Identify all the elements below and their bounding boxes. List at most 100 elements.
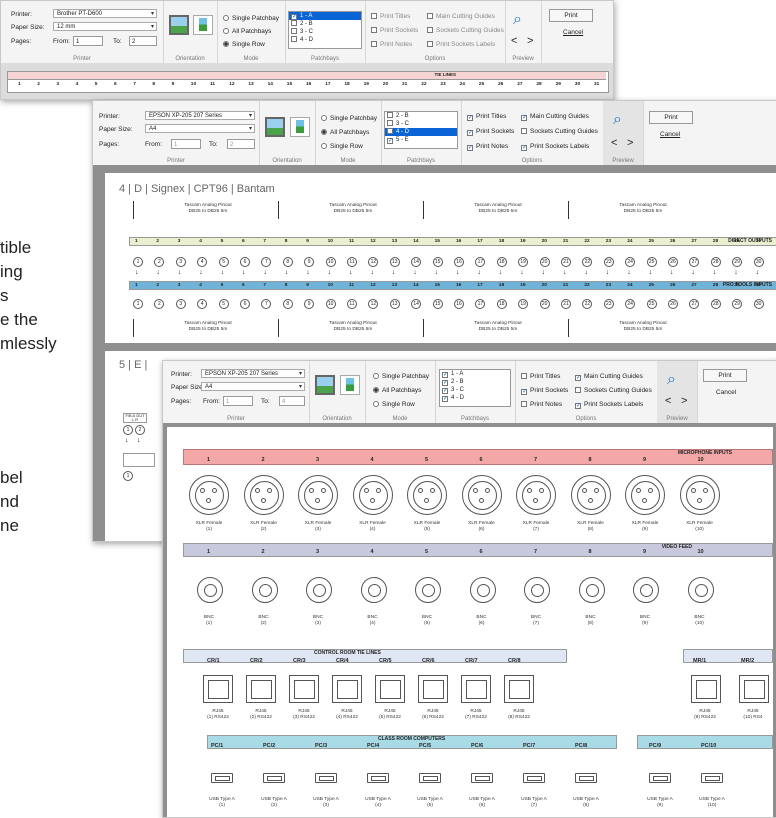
previous-page-icon[interactable]: < bbox=[665, 395, 671, 407]
patchbay-item[interactable]: 3 - C bbox=[385, 120, 457, 128]
next-page-icon[interactable]: > bbox=[627, 137, 633, 149]
strip-number: 20 bbox=[382, 82, 389, 87]
cancel-button[interactable]: Cancel bbox=[716, 389, 736, 396]
mode-all-patchbays-radio[interactable]: All Patchbays bbox=[373, 387, 421, 394]
paper-size-select[interactable]: A4 ▾ bbox=[201, 382, 305, 391]
patchbay-item[interactable]: ✓ 2 - B bbox=[440, 378, 510, 386]
strip-number: 13 bbox=[248, 82, 254, 87]
printer-select[interactable]: Brother PT-D600 ▾ bbox=[53, 9, 157, 18]
print-titles-checkbox[interactable]: Print Titles bbox=[371, 13, 410, 20]
main-cutting-guides-checkbox[interactable]: Main Cutting Guides bbox=[427, 13, 495, 20]
print-button[interactable]: Print bbox=[703, 369, 747, 382]
channel-number: 6 bbox=[479, 457, 483, 463]
printer-select[interactable]: EPSON XP-205 207 Series ▾ bbox=[201, 369, 305, 378]
portrait-icon[interactable] bbox=[290, 117, 310, 137]
from-label: From: bbox=[145, 141, 162, 148]
mode-all-patchbays-radio[interactable]: All Patchbays bbox=[223, 28, 271, 35]
cancel-button[interactable]: Cancel bbox=[563, 29, 583, 36]
landscape-icon[interactable] bbox=[169, 15, 189, 35]
channel-number: 6 bbox=[242, 239, 245, 244]
cancel-button[interactable]: Cancel bbox=[660, 131, 680, 138]
patchbay-item[interactable]: ✓ 3 - C bbox=[440, 386, 510, 394]
from-page-input[interactable]: 1 bbox=[171, 139, 201, 149]
patchbay-item[interactable]: 2 - B bbox=[385, 112, 457, 120]
landscape-icon[interactable] bbox=[315, 375, 335, 395]
from-page-input[interactable]: 1 bbox=[223, 396, 253, 406]
print-button[interactable]: Print bbox=[649, 111, 693, 124]
patchbay-list[interactable]: ✓ 1 - A 2 - B 3 - C 4 - D bbox=[288, 11, 362, 49]
zoom-icon[interactable]: ⌕ bbox=[667, 371, 676, 389]
print-notes-checkbox[interactable]: Print Notes bbox=[371, 41, 412, 48]
print-sockets-labels-checkbox[interactable]: ✓ Print Sockets Labels bbox=[521, 143, 589, 151]
divider-tick bbox=[568, 319, 569, 337]
print-notes-checkbox[interactable]: ✓ Print Notes bbox=[467, 143, 508, 151]
print-titles-checkbox[interactable]: Print Titles bbox=[521, 373, 560, 380]
print-window-1: Printer: Brother PT-D600 ▾ Paper Size: 12… bbox=[0, 0, 614, 100]
next-page-icon[interactable]: > bbox=[527, 35, 533, 47]
print-button[interactable]: Print bbox=[549, 9, 593, 22]
to-page-input[interactable]: 2 bbox=[227, 139, 255, 149]
patchbay-item[interactable]: 2 - B bbox=[289, 20, 361, 28]
socket-label: USB Type A (7) bbox=[521, 797, 547, 808]
print-notes-checkbox[interactable]: Print Notes bbox=[521, 401, 562, 408]
socket-label: XLR Female (2) bbox=[250, 521, 277, 532]
print-sockets-labels-checkbox[interactable]: Print Sockets Labels bbox=[427, 41, 495, 48]
strip-band: TIE LINES bbox=[8, 72, 606, 80]
to-page-input[interactable]: 2 bbox=[129, 36, 157, 46]
xlr-pin bbox=[533, 498, 538, 503]
sockets-cutting-guides-checkbox[interactable]: Sockets Cutting Guides bbox=[521, 128, 598, 135]
mode-all-patchbays-radio[interactable]: All Patchbays bbox=[321, 129, 369, 136]
print-sockets-checkbox[interactable]: ✓ Print Sockets bbox=[467, 128, 514, 136]
channel-number: 22 bbox=[584, 239, 590, 244]
tie-line-label: CR/3 bbox=[293, 658, 306, 664]
previous-page-icon[interactable]: < bbox=[611, 137, 617, 149]
main-cutting-guides-checkbox[interactable]: ✓ Main Cutting Guides bbox=[521, 113, 589, 121]
printer-select[interactable]: EPSON XP-205 207 Series ▾ bbox=[145, 111, 255, 120]
patchbay-item[interactable]: 4 - D bbox=[289, 36, 361, 44]
zoom-icon[interactable]: ⌕ bbox=[513, 11, 522, 29]
main-cutting-guides-checkbox[interactable]: ✓ Main Cutting Guides bbox=[575, 373, 643, 381]
sockets-cutting-guides-checkbox[interactable]: Sockets Cutting Guides bbox=[575, 387, 652, 394]
patchbay-item[interactable]: ✓ 4 - D bbox=[440, 394, 510, 402]
next-page-icon[interactable]: > bbox=[681, 395, 687, 407]
strip-number: 25 bbox=[478, 82, 485, 87]
patchbay-item[interactable]: 3 - C bbox=[289, 28, 361, 36]
mode-single-row-radio[interactable]: Single Row bbox=[321, 143, 363, 150]
patchbay-list[interactable]: ✓ 1 - A ✓ 2 - B ✓ 3 - C ✓ 4 - D bbox=[439, 369, 511, 407]
landscape-icon[interactable] bbox=[265, 117, 285, 137]
print-sockets-checkbox[interactable]: ✓ Print Sockets bbox=[521, 387, 568, 395]
strip-number: 29 bbox=[555, 82, 561, 87]
channel-number: 29 bbox=[734, 239, 740, 244]
paper-size-select[interactable]: 12 mm ▾ bbox=[53, 22, 157, 31]
mode-single-patchbay-radio[interactable]: Single Patchbay bbox=[373, 373, 429, 380]
portrait-icon[interactable] bbox=[340, 375, 360, 395]
channel-number: 4 bbox=[199, 239, 202, 244]
previous-page-icon[interactable]: < bbox=[511, 35, 517, 47]
patchbay-list[interactable]: 2 - B 3 - C 4 - D ✓ 5 - E bbox=[384, 111, 458, 149]
mode-single-patchbay-radio[interactable]: Single Patchbay bbox=[321, 115, 377, 122]
sockets-cutting-guides-checkbox[interactable]: Sockets Cutting Guides bbox=[427, 27, 504, 34]
socket-label: XLR Female (3) bbox=[304, 521, 332, 532]
to-page-input[interactable]: 4 bbox=[279, 396, 305, 406]
from-page-input[interactable]: 1 bbox=[73, 36, 103, 46]
portrait-icon[interactable] bbox=[193, 15, 213, 35]
zoom-icon[interactable]: ⌕ bbox=[613, 111, 622, 129]
patchbay-item[interactable]: ✓ 5 - E bbox=[385, 136, 457, 144]
patchbay-item[interactable]: 4 - D bbox=[385, 128, 457, 136]
print-sockets-checkbox[interactable]: Print Sockets bbox=[371, 27, 418, 34]
computer-label: PC/8 bbox=[575, 743, 588, 749]
xlr-pin bbox=[472, 488, 478, 493]
mode-single-row-radio[interactable]: Single Row bbox=[223, 41, 265, 48]
paper-size-select[interactable]: A4 ▾ bbox=[145, 124, 255, 133]
print-sockets-labels-checkbox[interactable]: ✓ Print Sockets Labels bbox=[575, 401, 643, 409]
print-ribbon: Printer: EPSON XP-205 207 Series ▾ Paper … bbox=[93, 101, 776, 166]
patchbay-item[interactable]: ✓ 1 - A bbox=[440, 370, 510, 378]
arrow-down-icon: ↓ bbox=[135, 269, 139, 276]
channel-number: 12 bbox=[370, 239, 376, 244]
print-titles-checkbox[interactable]: ✓ Print Titles bbox=[467, 113, 506, 121]
strip-number: 11 bbox=[210, 82, 216, 87]
socket-label: RJ45 (10) RS4 bbox=[743, 709, 763, 720]
mode-single-patchbay-radio[interactable]: Single Patchbay bbox=[223, 15, 279, 22]
mode-single-row-radio[interactable]: Single Row bbox=[373, 401, 415, 408]
patchbay-item[interactable]: ✓ 1 - A bbox=[289, 12, 361, 20]
